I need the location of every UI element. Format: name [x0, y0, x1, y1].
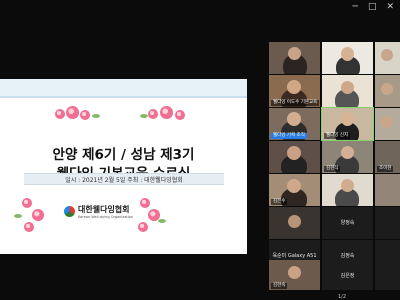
participant-video-tile[interactable]	[375, 75, 400, 107]
participant-name: 김은수	[271, 199, 288, 205]
participant-name: 김정숙	[340, 253, 355, 259]
flower-decoration	[160, 106, 173, 119]
flower-decoration	[66, 106, 79, 119]
slide-info-text: 일시 : 2021년 2월 5일 주최 : 대한웰다잉협회	[65, 177, 183, 184]
participant-face	[341, 146, 354, 159]
slide-info-bar: 일시 : 2021년 2월 5일 주최 : 대한웰다잉협회	[24, 173, 224, 185]
flower-decoration	[175, 110, 185, 120]
participant-name-tile[interactable]	[375, 207, 400, 239]
slide-top-band	[0, 79, 247, 96]
participant-face	[288, 215, 301, 228]
participant-video-tile[interactable]	[269, 42, 320, 74]
leaf-decoration	[14, 214, 22, 218]
participant-name-tile[interactable]: 양정숙	[322, 207, 373, 239]
slide-top-stripe	[0, 96, 247, 98]
flower-decoration	[140, 198, 150, 208]
close-button[interactable]: ✕	[386, 2, 394, 12]
flower-decoration	[22, 198, 32, 208]
participant-name: 웰다잉 신지	[324, 133, 351, 139]
flower-decoration	[32, 209, 44, 221]
participant-name: 김은정	[340, 273, 355, 279]
participant-face	[381, 83, 393, 95]
participant-name-tile[interactable]	[375, 260, 400, 290]
gallery-page-indicator[interactable]: 1/2	[338, 294, 346, 300]
logo-name: 대한웰다잉협회	[78, 205, 130, 214]
participant-face	[341, 179, 354, 192]
participant-video-tile[interactable]	[375, 42, 400, 74]
participant-video-tile[interactable]: 웰다잉 기획 조직	[269, 108, 320, 140]
zoom-meeting-window: ─ □ ✕ 안양 제6기 / 성남 제3기 웰다잉 기본교육 수료식 일시 : …	[0, 0, 400, 300]
flower-decoration	[148, 109, 158, 119]
leaf-decoration	[140, 114, 148, 118]
participant-name: 김현숙	[271, 283, 288, 289]
participant-video-tile[interactable]	[269, 207, 320, 239]
participant-video-tile[interactable]: 웰다잉 이도수 기본교육	[269, 75, 320, 107]
participant-video-tile[interactable]: 김은수	[269, 174, 320, 206]
participant-face	[341, 112, 354, 126]
participant-video-tile[interactable]: 김현숙	[269, 260, 320, 290]
participant-video-tile[interactable]	[322, 75, 373, 107]
participant-name: 조이현	[377, 166, 394, 172]
participant-video-tile[interactable]	[269, 141, 320, 173]
logo-english: Korean Well-dying Organization	[78, 215, 134, 219]
participant-name: 김현식	[324, 166, 341, 172]
leaf-decoration	[158, 219, 166, 223]
participant-face	[288, 266, 301, 279]
participant-face	[341, 81, 354, 94]
participant-name: 웰다잉 기획 조직	[271, 133, 307, 139]
participant-video-tile-active-speaker[interactable]: 웰다잉 신지	[321, 107, 374, 141]
participant-face	[288, 47, 301, 60]
leaf-decoration	[92, 114, 100, 118]
organization-logo: 대한웰다잉협회 Korean Well-dying Organization	[64, 204, 133, 219]
participant-name: 양정숙	[340, 220, 355, 226]
window-controls: ─ □ ✕	[353, 2, 394, 12]
participant-name-tile[interactable]: 김은정	[322, 260, 373, 290]
participant-face	[287, 179, 301, 193]
flower-decoration	[138, 222, 148, 232]
logo-mark-icon	[64, 206, 75, 217]
participant-video-tile[interactable]	[322, 42, 373, 74]
participant-name: 웰다잉 이도수 기본교육	[271, 100, 320, 106]
participant-face	[287, 80, 301, 94]
participant-video-tile[interactable]	[322, 174, 373, 206]
participant-face	[287, 112, 301, 126]
participant-face	[341, 47, 354, 61]
participant-face	[287, 146, 301, 160]
participant-face	[381, 116, 393, 128]
participant-gallery: 웰다잉 이도수 기본교육 웰다잉 기획 조직 웰다잉 신지 김현식 조이현 김은…	[267, 40, 400, 300]
slide-title-line1: 안양 제6기 / 성남 제3기	[52, 147, 195, 163]
flower-decoration	[55, 109, 65, 119]
participant-video-tile[interactable]	[375, 174, 400, 206]
participant-video-tile[interactable]: 김현식	[322, 141, 373, 173]
flower-decoration	[80, 110, 90, 120]
participant-video-tile[interactable]	[375, 108, 400, 140]
participant-name: 육순미 Galaxy A51	[272, 253, 317, 259]
participant-face	[381, 49, 393, 61]
flower-decoration	[24, 222, 34, 232]
maximize-button[interactable]: □	[368, 2, 377, 12]
minimize-button[interactable]: ─	[353, 2, 358, 12]
participant-video-tile[interactable]: 조이현	[375, 141, 400, 173]
